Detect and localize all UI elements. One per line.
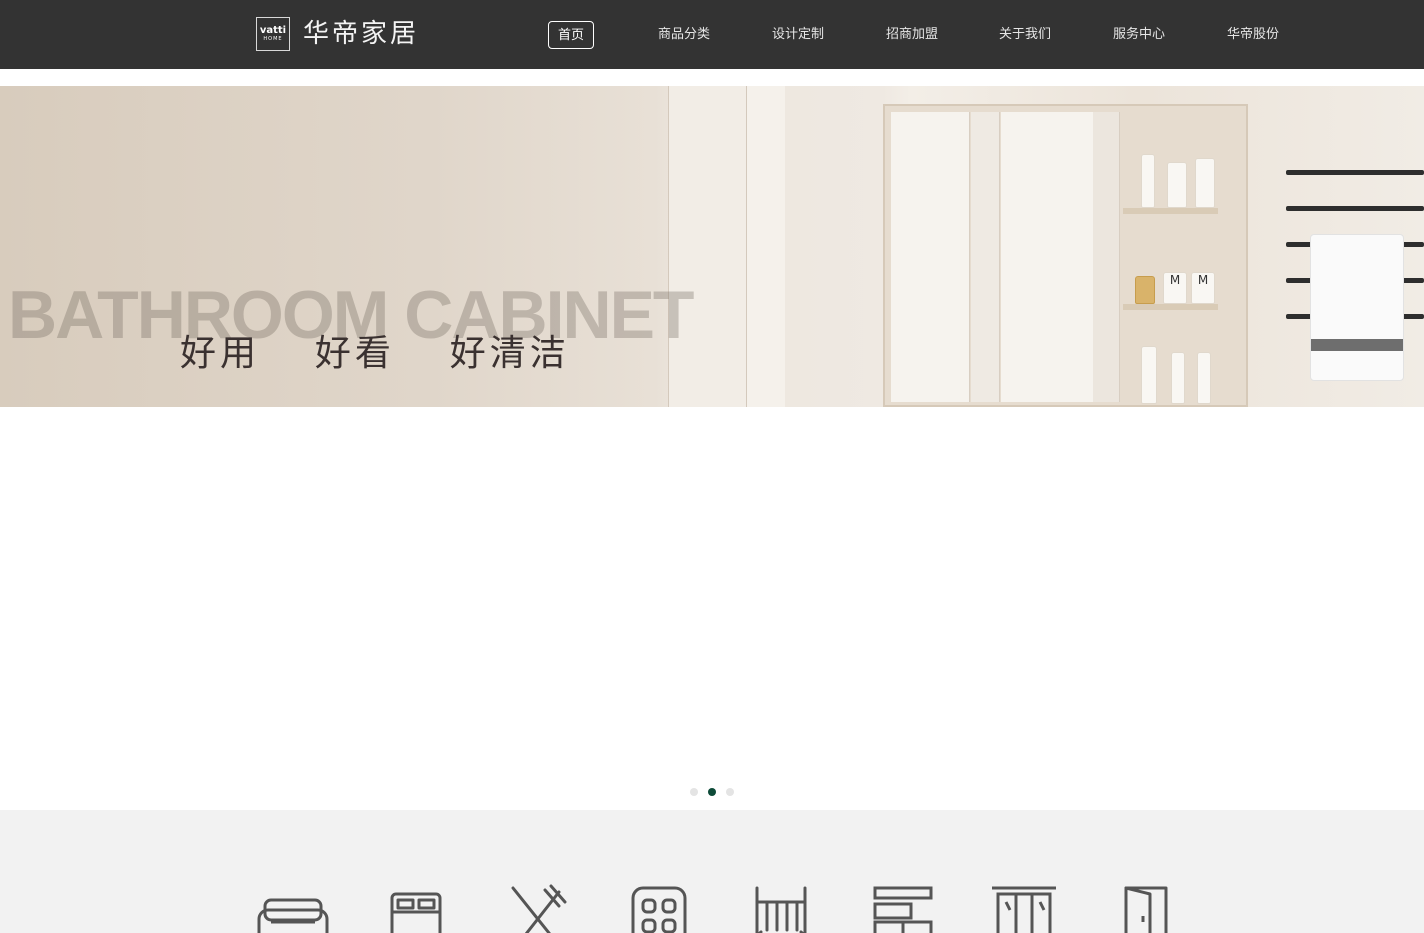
- cabinet-icon[interactable]: [984, 882, 1064, 933]
- wall-panel: [746, 86, 785, 407]
- carousel-dot-active[interactable]: [708, 788, 716, 796]
- nav-product-categories[interactable]: 商品分类: [658, 21, 710, 49]
- towel-rail: [1286, 206, 1424, 211]
- bottle: [1195, 158, 1215, 208]
- bed-icon[interactable]: [376, 882, 456, 933]
- nav-about-us[interactable]: 关于我们: [999, 21, 1051, 49]
- nav-design-custom[interactable]: 设计定制: [772, 21, 824, 49]
- bathroom-cabinet-image: M M: [883, 104, 1248, 407]
- wall-panel: [668, 86, 747, 407]
- nav-franchise[interactable]: 招商加盟: [886, 21, 938, 49]
- wardrobe-icon[interactable]: [863, 882, 943, 933]
- towel-stripe: [1311, 339, 1403, 351]
- tube: [1197, 352, 1211, 404]
- cabinet-door: [1093, 112, 1120, 402]
- perfume-bottle: [1135, 276, 1155, 304]
- cabinet-door: [891, 112, 970, 402]
- main-nav: 首页 商品分类 设计定制 招商加盟 关于我们 服务中心 华帝股份: [0, 21, 1424, 49]
- door-icon[interactable]: [1106, 882, 1186, 933]
- banner-title: 华帝家何简约浴室柜: [40, 392, 616, 407]
- cabinet-shelf: [1123, 304, 1218, 310]
- nav-service-center[interactable]: 服务中心: [1113, 21, 1165, 49]
- towel: [1310, 234, 1404, 381]
- cabinet-door: [971, 112, 1000, 402]
- hero-banner[interactable]: M M BATHROOM CABINET 好用 好看 好清洁 华帝家何简约浴室柜: [0, 86, 1424, 407]
- nav-vatti-corp[interactable]: 华帝股份: [1227, 21, 1279, 49]
- category-section: [0, 810, 1424, 933]
- panel-grid-icon[interactable]: [619, 882, 699, 933]
- carousel-dot[interactable]: [726, 788, 734, 796]
- sofa-icon[interactable]: [253, 882, 333, 933]
- tube: [1171, 352, 1185, 404]
- perfume-bottle: M: [1191, 272, 1215, 304]
- chair-icon[interactable]: [741, 882, 821, 933]
- towel-rail: [1286, 170, 1424, 175]
- bottle: [1141, 154, 1155, 208]
- cabinet-shelf: [1123, 208, 1218, 214]
- perfume-bottle: M: [1163, 272, 1187, 304]
- kitchen-utensils-icon[interactable]: [497, 882, 577, 933]
- bottle-label: M: [1197, 273, 1209, 287]
- nav-home[interactable]: 首页: [547, 21, 595, 49]
- cabinet-door: [1001, 112, 1094, 402]
- bottle: [1167, 162, 1187, 208]
- bottle-label: M: [1169, 273, 1181, 287]
- banner-slogan: 好用 好看 好清洁: [180, 333, 570, 374]
- carousel-indicators: [0, 788, 1424, 798]
- carousel-dot[interactable]: [690, 788, 698, 796]
- bottle: [1141, 346, 1157, 404]
- top-navigation-bar: vatti HOME 华帝家居 首页 商品分类 设计定制 招商加盟 关于我们 服…: [0, 0, 1424, 69]
